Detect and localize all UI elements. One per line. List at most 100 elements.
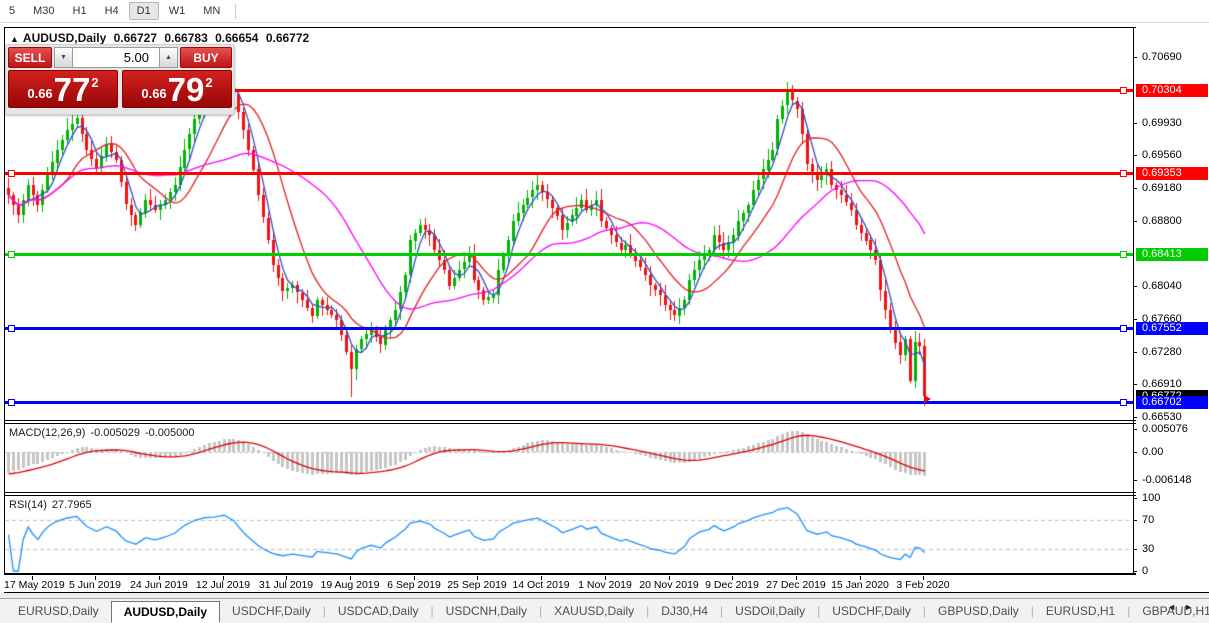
chart-tab-usdoil-daily[interactable]: USDOil,Daily — [723, 601, 817, 621]
rsi-axis-label: 30 — [1142, 543, 1154, 555]
rsi-name: RSI(14) — [9, 499, 47, 511]
one-click-trading-panel: SELL ▼ 5.00 ▲ BUY 0.66 77 2 0.66 79 2 — [5, 44, 235, 115]
buy-price-button[interactable]: 0.66 79 2 — [122, 70, 232, 108]
chart-tab-eurusd-h1[interactable]: EURUSD,H1 — [1034, 601, 1127, 621]
line-handle-icon[interactable] — [8, 325, 15, 332]
price-axis-tick-label: 0.69930 — [1142, 117, 1182, 129]
buy-price-point: 2 — [205, 75, 212, 90]
chart-tab-zone: EURUSD,DailyAUDUSD,DailyUSDCHF,Daily|USD… — [0, 593, 1209, 623]
date-axis-label: 24 Jun 2019 — [130, 579, 188, 591]
volume-spinner: ▼ 5.00 ▲ — [54, 47, 178, 68]
timeframe-button-h1[interactable]: H1 — [65, 2, 95, 20]
line-handle-icon[interactable] — [1120, 87, 1127, 94]
main-macd-separator[interactable] — [4, 420, 1209, 421]
chart-tab-audusd-daily[interactable]: AUDUSD,Daily — [111, 601, 220, 623]
timeframe-button-h4[interactable]: H4 — [97, 2, 127, 20]
horizontal-level-line-0.69353[interactable] — [5, 172, 1133, 175]
price-axis-tick-label: 0.70690 — [1142, 51, 1182, 63]
date-axis-label: 5 Jun 2019 — [69, 579, 121, 591]
tab-scroll-left-icon[interactable]: ◄ — [1167, 602, 1184, 612]
axis-tick — [1133, 452, 1137, 453]
timeframe-button-5[interactable]: 5 — [1, 2, 23, 20]
horizontal-level-line-0.68413[interactable] — [5, 253, 1133, 256]
line-handle-icon[interactable] — [1120, 251, 1127, 258]
line-handle-icon[interactable] — [8, 399, 15, 406]
price-axis-tick-label: 0.67280 — [1142, 346, 1182, 358]
axis-tick — [1133, 155, 1137, 156]
chart-tab-bar: EURUSD,DailyAUDUSD,DailyUSDCHF,Daily|USD… — [0, 598, 1209, 623]
rsi-label: RSI(14) 27.7965 — [9, 499, 97, 511]
rsi-axis-label: 100 — [1142, 492, 1160, 504]
buy-price-pips: 79 — [168, 73, 205, 106]
axis-tick — [1133, 188, 1137, 189]
macd-name: MACD(12,26,9) — [9, 427, 85, 439]
quote-open: 0.66727 — [114, 31, 157, 45]
quote-high: 0.66783 — [164, 31, 207, 45]
price-axis-line — [1133, 27, 1134, 592]
up-triangle-icon: ▲ — [10, 34, 19, 44]
sell-button[interactable]: SELL — [8, 47, 52, 68]
line-handle-icon[interactable] — [8, 251, 15, 258]
axis-tick — [1133, 498, 1137, 499]
horizontal-level-line-0.66702[interactable] — [5, 401, 1133, 404]
quote-last: 0.66772 — [266, 31, 309, 45]
price-axis-tick-label: 0.66910 — [1142, 378, 1182, 390]
volume-up-icon[interactable]: ▲ — [159, 47, 178, 68]
date-axis-label: 27 Dec 2019 — [766, 579, 826, 591]
horizontal-level-line-0.67552[interactable] — [5, 327, 1133, 330]
timeframe-button-w1[interactable]: W1 — [161, 2, 194, 20]
date-axis-label: 3 Feb 2020 — [896, 579, 949, 591]
line-handle-icon[interactable] — [8, 170, 15, 177]
price-axis-tick-label: 0.68800 — [1142, 215, 1182, 227]
line-handle-icon[interactable] — [1120, 170, 1127, 177]
chart-tab-usdchf-daily[interactable]: USDCHF,Daily — [820, 601, 923, 621]
timeframe-button-mn[interactable]: MN — [195, 2, 228, 20]
axis-tick — [1133, 352, 1137, 353]
macd-rsi-separator[interactable] — [4, 492, 1209, 493]
date-axis-label: 25 Sep 2019 — [447, 579, 507, 591]
date-axis-label: 6 Sep 2019 — [387, 579, 441, 591]
axis-tick — [1133, 123, 1137, 124]
price-level-label: 0.69353 — [1136, 167, 1208, 180]
axis-tick — [1133, 384, 1137, 385]
axis-tick — [1133, 429, 1137, 430]
timeframe-button-d1[interactable]: D1 — [129, 2, 159, 20]
buy-button[interactable]: BUY — [180, 47, 232, 68]
price-level-label: 0.70304 — [1136, 84, 1208, 97]
current-price-arrow-icon — [924, 395, 931, 403]
date-axis-label: 20 Nov 2019 — [639, 579, 699, 591]
price-level-label: 0.67552 — [1136, 322, 1208, 335]
date-axis-label: 31 Jul 2019 — [259, 579, 313, 591]
quote-line: ▲AUDUSD,Daily 0.66727 0.66783 0.66654 0.… — [10, 31, 313, 45]
chart-tab-xauusd-daily[interactable]: XAUUSD,Daily — [542, 601, 646, 621]
price-axis-tick-label: 0.66530 — [1142, 411, 1182, 423]
date-axis-label: 17 May 2019 — [4, 579, 65, 591]
chart-tab-eurusd-daily[interactable]: EURUSD,Daily — [6, 601, 111, 621]
date-axis-label: 9 Dec 2019 — [705, 579, 759, 591]
axis-tick — [1133, 57, 1137, 58]
timeframe-button-m30[interactable]: M30 — [25, 2, 62, 20]
macd-axis-label: 0.005076 — [1142, 423, 1188, 435]
chart-tab-usdcad-daily[interactable]: USDCAD,Daily — [326, 601, 431, 621]
macd-axis-label: -0.006148 — [1142, 474, 1192, 486]
rsi-canvas[interactable] — [5, 496, 1133, 573]
axis-tick — [1133, 286, 1137, 287]
macd-value-signal: -0.005000 — [145, 427, 195, 439]
chart-tab-gbpusd-daily[interactable]: GBPUSD,Daily — [926, 601, 1031, 621]
chart-tab-usdcnh-daily[interactable]: USDCNH,Daily — [434, 601, 539, 621]
line-handle-icon[interactable] — [1120, 399, 1127, 406]
buy-price-prefix: 0.66 — [141, 86, 166, 101]
tab-scroll-right-icon[interactable]: ► — [1184, 602, 1201, 612]
volume-input[interactable]: 5.00 — [73, 47, 159, 68]
line-handle-icon[interactable] — [1120, 325, 1127, 332]
date-axis-label: 12 Jul 2019 — [196, 579, 250, 591]
chart-tab-dj30-h4[interactable]: DJ30,H4 — [649, 601, 720, 621]
quote-low: 0.66654 — [215, 31, 258, 45]
date-axis-label: 19 Aug 2019 — [321, 579, 380, 591]
chart-tab-usdchf-daily[interactable]: USDCHF,Daily — [220, 601, 323, 621]
sell-price-button[interactable]: 0.66 77 2 — [8, 70, 118, 108]
sell-price-prefix: 0.66 — [27, 86, 52, 101]
volume-down-icon[interactable]: ▼ — [54, 47, 73, 68]
price-axis: 0.703040.693530.684130.675520.667020.667… — [1136, 27, 1209, 592]
rsi-value: 27.7965 — [52, 499, 92, 511]
